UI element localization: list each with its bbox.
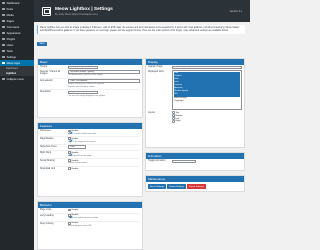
deep-linking-checkbox[interactable] [68,222,71,225]
download-label: Download Link [40,167,56,170]
magnification-checkbox[interactable] [68,137,71,141]
layout-radio-option[interactable]: Right [172,120,242,123]
right-click-help: Allow right-click on the image. [68,154,92,157]
displayed-infos-option[interactable]: Copyright [174,100,240,103]
radio-button[interactable] [172,120,175,123]
pin-icon [2,7,5,11]
plugin-icon [2,37,5,41]
theme-select[interactable]: Dark (default) [68,65,98,70]
page-icon [2,19,5,23]
features-panel: Features Fullscreen Enable Allows to swi… [37,122,143,197]
toggle-animation-label: Toggle Animation [148,160,166,163]
maintenance-button[interactable]: Import Settings [187,184,206,189]
magnification-help: Zoom in the image with the mouse. [68,140,96,143]
resolution-help: The size of the image displayed in the l… [68,94,106,97]
animation-select[interactable]: Zoom [172,159,196,164]
page-links-label: Page Links [40,209,52,212]
deep-linking-label: Deep Linking [40,222,54,225]
social-checkbox[interactable] [68,159,71,162]
social-label: Social Sharing [40,159,55,162]
save-button[interactable]: Save [37,42,47,46]
lazy-loading-checkbox[interactable] [68,214,71,217]
maintenance-panel: Maintenance Reset Settings Export Setting… [145,175,245,192]
media-icon [2,13,5,17]
fullscreen-label: Fullscreen [40,130,51,133]
selector-help: The lightbox will be applied to these im… [68,74,104,77]
wrench-icon [2,49,5,53]
caption-origin-select[interactable]: Caption (default) [172,65,242,70]
displayed-infos-label: Displayed Infos [148,70,164,73]
maintenance-button[interactable]: Reset Settings [148,184,167,189]
plugin-header: Meow Lightbox | Settings By Jordy Meow (… [34,0,250,22]
collapse-menu-button[interactable]: Collapse menu [0,76,34,82]
slideshow-label: Slideshow Timer [40,145,57,148]
brush-icon [2,31,5,35]
intro-notice: Meow Lightbox lets you click an image to… [37,25,245,35]
basic-panel: Basic Theme Dark (default) Selector / Pa… [37,58,143,118]
page-title: Meow Lightbox | Settings [55,6,113,12]
selector-label: Selector / Parent for Images [40,70,61,75]
meow-lightbox-logo-icon [42,6,51,16]
magnification-label: Magnification [40,138,54,141]
behavior-panel: Behavior Page Links Enable Lazy Loading … [37,201,143,250]
right-click-label: Right Click [40,152,51,155]
lazy-loading-help: Images are loaded only when needed. [68,217,99,220]
anti-selector-help-2: Separate selectors with a comma. [68,85,96,88]
version-label: Version 4.x [229,9,242,13]
comment-icon [2,25,5,29]
sidebar-submenu: Dashboard Lightbox [0,66,34,77]
fullscreen-checkbox[interactable] [68,129,71,133]
anti-selector-label: Anti-selector [40,79,53,82]
displayed-infos-multiselect[interactable]: Title Caption Date Lens Camera Aperture Shutte… [172,70,242,111]
resolution-label: Resolution [40,91,51,94]
admin-sidebar: Dashboard Posts Media Pages Comments App… [0,0,34,250]
deep-linking-help: Each image gets its own URL. [68,225,93,228]
layout-label: Layout [148,112,155,115]
download-checkbox[interactable] [68,167,71,170]
fullscreen-help: Allows to switch to fullscreen mode. [68,132,97,135]
submenu-item-lightbox[interactable]: Lightbox [0,71,34,76]
meow-icon [2,61,5,65]
maintenance-button[interactable]: Export Settings [167,184,187,189]
right-click-checkbox[interactable] [68,151,71,155]
settings-icon [2,55,5,59]
lazy-loading-label: Lazy Loading [40,214,54,217]
users-icon [2,43,5,47]
theme-label: Theme [40,66,48,69]
page-subtitle: By Jordy Meow (https://meowapps.com) [55,12,98,16]
animation-panel: Animation Toggle Animation Zoom [145,152,245,171]
collapse-icon [2,77,5,81]
display-panel: Display Caption Origin Caption (default)… [145,58,245,148]
social-help: Display sharing buttons. [68,162,88,165]
caption-origin-label: Caption Origin [148,66,163,69]
page-links-checkbox[interactable] [68,208,71,212]
dashboard-icon [2,1,5,5]
slideshow-timer-input[interactable]: 3000 [68,145,86,149]
